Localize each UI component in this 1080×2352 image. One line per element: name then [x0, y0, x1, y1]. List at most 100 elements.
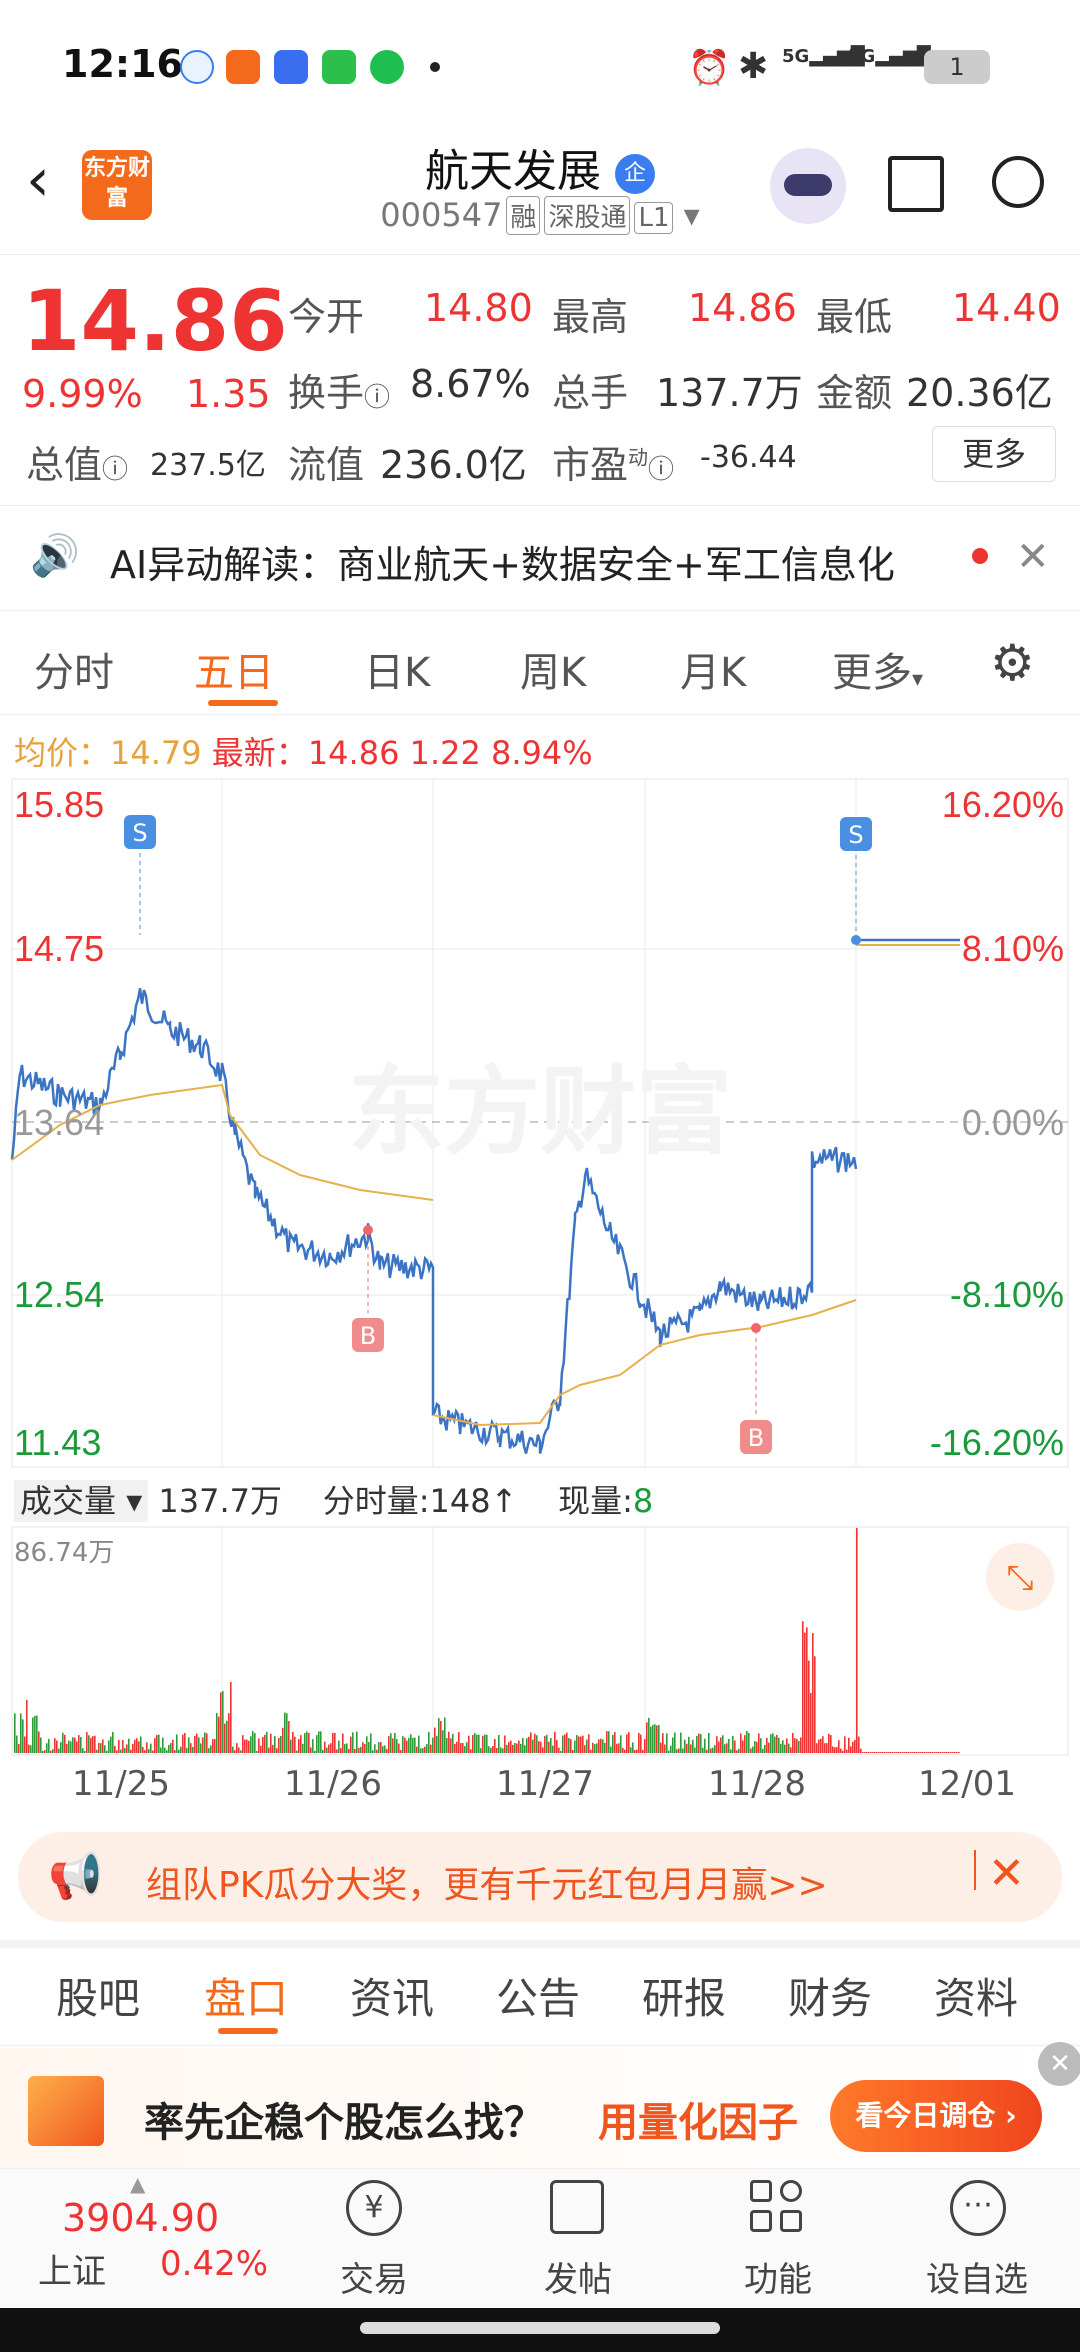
more-button[interactable]: 更多: [932, 426, 1056, 482]
volume-bar: [668, 1750, 670, 1753]
volume-bar: [46, 1743, 48, 1753]
nav-post[interactable]: 发帖: [544, 2252, 612, 2301]
tab-yanbao[interactable]: 研报: [642, 1965, 726, 2026]
volume-bar: [104, 1745, 106, 1753]
volume-bar: [778, 1737, 780, 1753]
svg-text:B: B: [748, 1424, 764, 1452]
volume-bar: [410, 1734, 412, 1753]
volume-bar: [58, 1748, 60, 1753]
chart-growth-icon: [28, 2076, 104, 2146]
tab-rik[interactable]: 日K: [364, 640, 430, 698]
tab-wuri[interactable]: 五日: [194, 640, 274, 698]
volume-bar: [482, 1735, 484, 1753]
volume-bar: [468, 1735, 470, 1753]
volume-dropdown[interactable]: 成交量 ▾: [14, 1480, 149, 1522]
volume-bar: [632, 1742, 634, 1753]
ad-button[interactable]: 看今日调仓 ›: [830, 2080, 1042, 2152]
tab-yuek[interactable]: 月K: [680, 640, 746, 698]
share-icon[interactable]: [888, 156, 944, 212]
volume-bar: [340, 1748, 342, 1753]
volume-bar: [884, 1752, 886, 1753]
volume-bar: [288, 1720, 290, 1753]
y-tick-left-4: 11.43: [14, 1422, 101, 1463]
volume-bar: [594, 1744, 596, 1753]
volume-bar: [886, 1752, 888, 1753]
volume-bar: [854, 1739, 856, 1753]
tab-zixun[interactable]: 资讯: [350, 1965, 434, 2026]
volume-bar: [850, 1746, 852, 1753]
volume-bar: [800, 1737, 802, 1753]
marker-b-2[interactable]: B: [740, 1323, 772, 1454]
volume-bar: [738, 1748, 740, 1753]
volume-bar: [304, 1733, 306, 1753]
marker-s-1[interactable]: S: [124, 815, 156, 935]
post-icon[interactable]: [550, 2180, 604, 2234]
volume-bar: [556, 1739, 558, 1753]
volume-bar: [76, 1741, 78, 1753]
nav-function[interactable]: 功能: [744, 2252, 812, 2301]
promo-divider: [974, 1850, 976, 1890]
volume-bar: [110, 1736, 112, 1753]
volume-bar: [428, 1731, 430, 1753]
volume-bar: [236, 1743, 238, 1753]
volume-bar: [538, 1741, 540, 1753]
y-tick-left-0: 15.85: [14, 784, 104, 825]
volume-bar: [118, 1739, 120, 1753]
grid-icon[interactable]: [750, 2180, 804, 2234]
tab-zhouk[interactable]: 周K: [520, 640, 586, 698]
nav-watchlist[interactable]: 设自选: [926, 2252, 1028, 2301]
promo-close-icon[interactable]: ✕: [988, 1848, 1025, 1899]
volume-bar: [116, 1750, 118, 1753]
volume-bar: [488, 1746, 490, 1753]
volume-bar: [356, 1731, 358, 1753]
volume-bar: [824, 1743, 826, 1753]
volume-bar: [472, 1735, 474, 1753]
dot-icon: [430, 62, 440, 72]
volume-bar: [444, 1717, 446, 1753]
bluetooth-icon: ✱: [738, 46, 769, 87]
tab-ziliao[interactable]: 资料: [934, 1965, 1018, 2026]
y-tick-left-2: 13.64: [14, 1102, 104, 1143]
volume-bar: [914, 1752, 916, 1753]
volume-bar: [694, 1747, 696, 1753]
volume-bar: [582, 1735, 584, 1753]
settings-icon[interactable]: ⚙: [990, 634, 1035, 692]
more-dots-icon[interactable]: ⋯: [950, 2180, 1006, 2236]
volume-bar: [434, 1727, 436, 1753]
nav-trade[interactable]: 交易: [340, 2252, 408, 2301]
search-icon[interactable]: [992, 156, 1044, 208]
tab-caiwu[interactable]: 财务: [788, 1965, 872, 2026]
volume-bar: [890, 1752, 892, 1753]
volume-bar: [242, 1735, 244, 1753]
volume-bar: [158, 1734, 160, 1753]
tab-guba[interactable]: 股吧: [56, 1965, 140, 2026]
trade-icon[interactable]: ¥: [346, 2180, 402, 2236]
volume-bar: [544, 1736, 546, 1753]
volume-chart[interactable]: 86.74万 ⤡: [0, 1525, 1080, 1765]
ad-close-icon[interactable]: ✕: [1038, 2042, 1080, 2086]
tab-gonggao[interactable]: 公告: [496, 1965, 580, 2026]
volume-bar: [664, 1744, 666, 1753]
volume-bar: [396, 1739, 398, 1753]
volume-bar: [546, 1734, 548, 1753]
home-indicator[interactable]: [360, 2322, 720, 2334]
y-tick-left-3: 12.54: [14, 1274, 104, 1315]
volume-bar: [716, 1736, 718, 1753]
index-value[interactable]: 3904.90: [62, 2196, 219, 2240]
volume-bar: [872, 1752, 874, 1753]
volume-bar: [612, 1734, 614, 1753]
tab-pankou[interactable]: 盘口: [204, 1965, 288, 2026]
volume-bar: [372, 1750, 374, 1753]
tab-fenshi[interactable]: 分时: [34, 640, 114, 698]
volume-bar: [788, 1743, 790, 1753]
robot-avatar[interactable]: [770, 148, 846, 224]
volume-bar: [808, 1660, 810, 1753]
volume-bar: [96, 1749, 98, 1753]
volume-bar: [84, 1750, 86, 1753]
volume-bar: [676, 1749, 678, 1753]
volume-bar: [252, 1731, 254, 1753]
volume-bar: [954, 1752, 956, 1753]
tab-more[interactable]: 更多▾: [832, 640, 923, 698]
alarm-icon: ⏰: [688, 48, 731, 88]
close-icon[interactable]: ✕: [1016, 534, 1050, 580]
